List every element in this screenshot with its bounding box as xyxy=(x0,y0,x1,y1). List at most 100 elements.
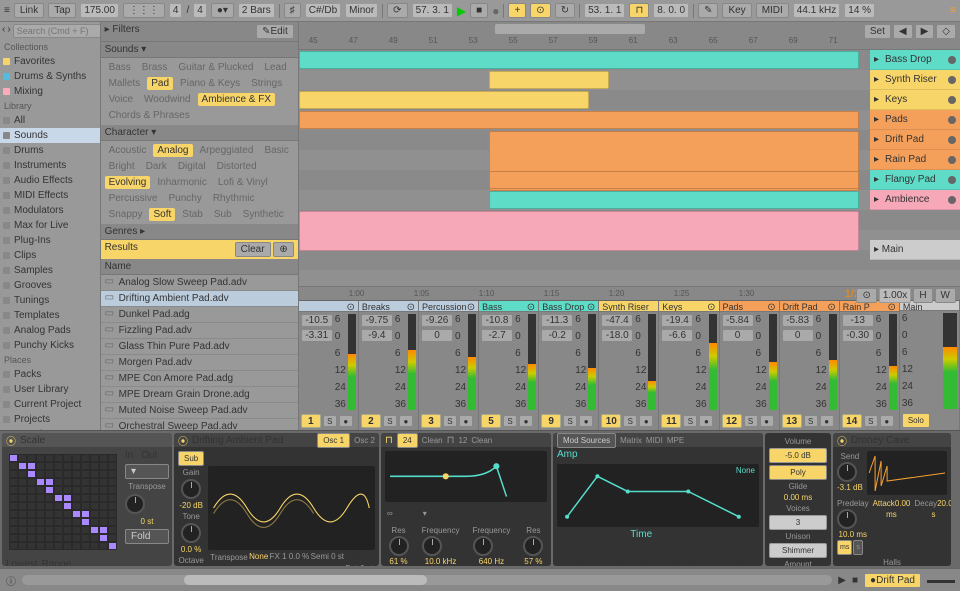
keyboard-icon[interactable]: ▬▬▬ xyxy=(927,575,954,586)
stop-icon[interactable]: ■ xyxy=(852,575,858,586)
track-header[interactable]: ▸Bass Drop xyxy=(870,50,960,70)
drift-pad-chip[interactable]: ● Drift Pad xyxy=(864,573,921,588)
scale-cell[interactable] xyxy=(63,494,72,502)
scale-cell[interactable] xyxy=(99,542,108,550)
send-b-field[interactable]: -2.7 xyxy=(481,329,513,342)
send-knob[interactable] xyxy=(837,462,857,482)
clip[interactable] xyxy=(489,171,859,189)
scale-cell[interactable] xyxy=(72,534,81,542)
scale-cell[interactable] xyxy=(99,518,108,526)
predelay-knob[interactable] xyxy=(837,509,857,529)
preset-item[interactable]: MPE Con Amore Pad.adg xyxy=(101,371,298,387)
send-a-field[interactable]: -47.4 xyxy=(601,314,633,327)
scale-cell[interactable] xyxy=(54,518,63,526)
scale-cell[interactable] xyxy=(36,510,45,518)
zoom-h-icon[interactable]: H xyxy=(913,288,932,303)
scale-cell[interactable] xyxy=(18,502,27,510)
set-button[interactable]: Set xyxy=(864,24,891,39)
scale-cell[interactable] xyxy=(9,526,18,534)
library-item[interactable]: Punchy Kicks xyxy=(0,338,100,353)
poly-button[interactable]: Poly xyxy=(769,465,827,480)
track-number[interactable]: 9 xyxy=(541,414,561,428)
scale-cell[interactable] xyxy=(36,478,45,486)
rec-button[interactable]: ● xyxy=(760,415,774,427)
menu-icon[interactable]: ≡ xyxy=(4,5,10,16)
scale-cell[interactable] xyxy=(63,486,72,494)
scale-cell[interactable] xyxy=(63,478,72,486)
scale-cell[interactable] xyxy=(54,486,63,494)
scale-cell[interactable] xyxy=(90,462,99,470)
filter-tag[interactable]: Stab xyxy=(178,208,207,221)
channel-name[interactable]: Breaks ⊙ xyxy=(359,301,418,312)
scale-cell[interactable] xyxy=(108,518,117,526)
scale-cell[interactable] xyxy=(90,486,99,494)
scale-cell[interactable] xyxy=(99,486,108,494)
scale-cell[interactable] xyxy=(18,534,27,542)
filter-tag[interactable]: Chords & Phrases xyxy=(105,109,194,122)
scale-cell[interactable] xyxy=(72,494,81,502)
tonality-field[interactable]: Minor xyxy=(345,3,378,18)
prev-locator-icon[interactable]: ◀ xyxy=(893,24,913,39)
solo-button[interactable]: S xyxy=(323,415,337,427)
scale-cell[interactable] xyxy=(108,478,117,486)
send-a-field[interactable]: -10.8 xyxy=(481,314,513,327)
scale-cell[interactable] xyxy=(63,470,72,478)
freq2-knob[interactable] xyxy=(473,536,493,556)
scale-cell[interactable] xyxy=(81,494,90,502)
scale-cell[interactable] xyxy=(9,454,18,462)
scale-cell[interactable] xyxy=(9,502,18,510)
scale-cell[interactable] xyxy=(27,534,36,542)
places-item[interactable]: Packs xyxy=(0,367,100,382)
stop-button[interactable]: ■ xyxy=(470,3,488,18)
scale-cell[interactable] xyxy=(90,494,99,502)
channel-name[interactable]: Synth Riser ⊙ xyxy=(599,301,658,312)
transpose-knob[interactable] xyxy=(125,494,145,514)
channel-name[interactable]: Drift Pad ⊙ xyxy=(780,301,839,312)
solo-button[interactable]: S xyxy=(383,415,397,427)
info-icon[interactable]: ⓘ xyxy=(6,573,16,588)
library-item[interactable]: Samples xyxy=(0,263,100,278)
attack-field[interactable]: 4.62 s xyxy=(564,555,591,566)
scale-cell[interactable] xyxy=(45,510,54,518)
filter-tag[interactable]: Woodwind xyxy=(140,93,195,106)
scale-cell[interactable] xyxy=(108,542,117,550)
link-button[interactable]: Link xyxy=(14,3,44,18)
scale-cell[interactable] xyxy=(54,462,63,470)
scale-cell[interactable] xyxy=(108,526,117,534)
scale-cell[interactable] xyxy=(45,526,54,534)
play-button[interactable]: ▶ xyxy=(457,4,466,18)
filter-tag[interactable]: Inharmonic xyxy=(153,176,210,189)
filter-tag[interactable]: Evolving xyxy=(105,176,151,189)
track-header[interactable]: ▸Flangy Pad xyxy=(870,170,960,190)
send-b-field[interactable]: 0 xyxy=(722,329,754,342)
scale-cell[interactable] xyxy=(18,486,27,494)
track-number[interactable]: 5 xyxy=(481,414,501,428)
tap-button[interactable]: Tap xyxy=(48,3,76,18)
basics-tab[interactable]: Basics xyxy=(210,453,239,464)
filter-tag[interactable]: Voice xyxy=(105,93,137,106)
osc1-tab[interactable]: Osc 1 xyxy=(317,433,350,448)
preset-item[interactable]: Orchestral Sweep Pad.adv xyxy=(101,419,298,430)
matrix-tab[interactable]: Matrix xyxy=(620,436,642,445)
library-item[interactable]: Instruments xyxy=(0,158,100,173)
loop-start[interactable]: 53. 1. 1 xyxy=(584,3,625,18)
channel-name[interactable]: Bass ⊙ xyxy=(479,301,538,312)
filter-tag[interactable]: Arpeggiated xyxy=(196,144,258,157)
filter-tag[interactable]: Piano & Keys xyxy=(176,77,244,90)
scale-cell[interactable] xyxy=(18,510,27,518)
send-b-field[interactable]: -6.6 xyxy=(661,329,693,342)
scale-cell[interactable] xyxy=(63,502,72,510)
scale-cell[interactable] xyxy=(27,526,36,534)
scale-cell[interactable] xyxy=(81,510,90,518)
filter-12-button[interactable]: 12 xyxy=(458,436,467,445)
clip[interactable] xyxy=(299,51,859,69)
scale-cell[interactable] xyxy=(108,486,117,494)
lock-icon[interactable]: ◇ xyxy=(936,24,956,39)
track-number[interactable]: 11 xyxy=(661,414,681,428)
scale-cell[interactable] xyxy=(81,486,90,494)
scale-cell[interactable] xyxy=(54,454,63,462)
filter-tag[interactable]: Distorted xyxy=(213,160,261,173)
res1-knob[interactable] xyxy=(389,536,409,556)
filter-tag[interactable]: Synthetic xyxy=(239,208,288,221)
scale-cell[interactable] xyxy=(36,454,45,462)
